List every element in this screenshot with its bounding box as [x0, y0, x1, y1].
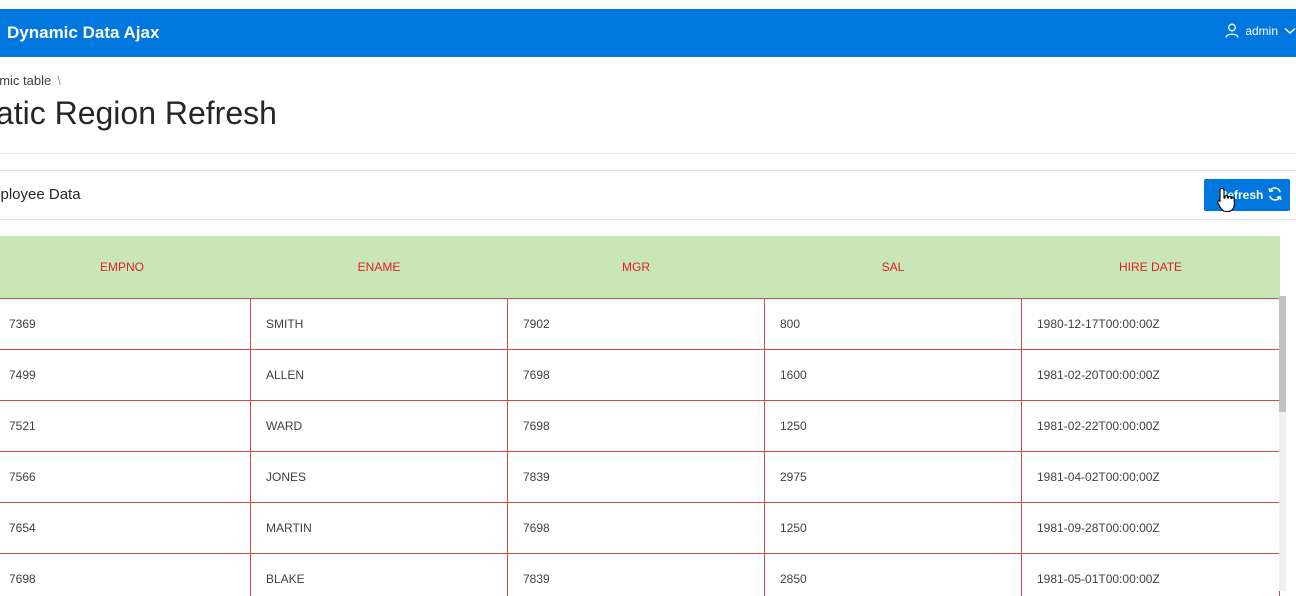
cell-hire-date: 1981-09-28T00:00:00Z — [1022, 503, 1280, 554]
chevron-down-icon — [1284, 27, 1296, 35]
page-title: tatic Region Refresh — [0, 95, 277, 132]
breadcrumb: amic table \ — [0, 73, 61, 88]
column-header-ename[interactable]: ENAME — [251, 236, 508, 299]
cell-ename: BLAKE — [251, 554, 508, 596]
cell-ename: JONES — [251, 452, 508, 503]
table-scrollbar-thumb[interactable] — [1279, 296, 1286, 412]
title-divider — [0, 153, 1296, 154]
table-row: 7698 BLAKE 7839 2850 1981-05-01T00:00:00… — [0, 554, 1280, 596]
table-row: 7566 JONES 7839 2975 1981-04-02T00:00:00… — [0, 452, 1280, 503]
employee-table: EMPNO ENAME MGR SAL HIRE DATE 7369 SMITH… — [0, 236, 1280, 596]
breadcrumb-item[interactable]: amic table — [0, 73, 51, 88]
column-header-sal[interactable]: SAL — [765, 236, 1022, 299]
table-row: 7654 MARTIN 7698 1250 1981-09-28T00:00:0… — [0, 503, 1280, 554]
cell-ename: ALLEN — [251, 350, 508, 401]
cell-hire-date: 1980-12-17T00:00:00Z — [1022, 299, 1280, 350]
employee-table-container: EMPNO ENAME MGR SAL HIRE DATE 7369 SMITH… — [0, 236, 1286, 596]
cell-sal: 1250 — [765, 401, 1022, 452]
cell-mgr: 7698 — [508, 503, 765, 554]
cell-hire-date: 1981-05-01T00:00:00Z — [1022, 554, 1280, 596]
region-header-divider — [0, 219, 1296, 220]
cell-empno: 7654 — [0, 503, 251, 554]
cell-mgr: 7839 — [508, 554, 765, 596]
cell-ename: MARTIN — [251, 503, 508, 554]
cell-empno: 7499 — [0, 350, 251, 401]
cell-mgr: 7698 — [508, 350, 765, 401]
cell-sal: 2850 — [765, 554, 1022, 596]
cell-sal: 2975 — [765, 452, 1022, 503]
hand-cursor-icon — [1216, 187, 1238, 213]
cell-sal: 800 — [765, 299, 1022, 350]
table-row: 7369 SMITH 7902 800 1980-12-17T00:00:00Z — [0, 299, 1280, 350]
cell-empno: 7566 — [0, 452, 251, 503]
cell-ename: WARD — [251, 401, 508, 452]
column-header-hire-date[interactable]: HIRE DATE — [1022, 236, 1280, 299]
region-top-border — [0, 170, 1296, 171]
user-icon — [1225, 23, 1239, 38]
column-header-empno[interactable]: EMPNO — [0, 236, 251, 299]
cell-empno: 7521 — [0, 401, 251, 452]
cell-mgr: 7839 — [508, 452, 765, 503]
table-row: 7499 ALLEN 7698 1600 1981-02-20T00:00:00… — [0, 350, 1280, 401]
cell-sal: 1250 — [765, 503, 1022, 554]
app-header: Dynamic Data Ajax admin — [0, 9, 1296, 57]
refresh-icon — [1267, 186, 1283, 205]
table-row: 7521 WARD 7698 1250 1981-02-22T00:00:00Z — [0, 401, 1280, 452]
cell-empno: 7698 — [0, 554, 251, 596]
user-name: admin — [1245, 24, 1278, 38]
cell-hire-date: 1981-02-20T00:00:00Z — [1022, 350, 1280, 401]
cell-hire-date: 1981-02-22T00:00:00Z — [1022, 401, 1280, 452]
cell-hire-date: 1981-04-02T00:00:00Z — [1022, 452, 1280, 503]
region-title: mployee Data — [0, 186, 81, 203]
table-header-row: EMPNO ENAME MGR SAL HIRE DATE — [0, 236, 1280, 299]
cell-empno: 7369 — [0, 299, 251, 350]
cell-sal: 1600 — [765, 350, 1022, 401]
window-top-strip — [0, 0, 1296, 9]
cell-mgr: 7902 — [508, 299, 765, 350]
user-menu[interactable]: admin — [1225, 23, 1296, 38]
breadcrumb-separator: \ — [57, 73, 61, 88]
cell-ename: SMITH — [251, 299, 508, 350]
cell-mgr: 7698 — [508, 401, 765, 452]
column-header-mgr[interactable]: MGR — [508, 236, 765, 299]
app-title[interactable]: Dynamic Data Ajax — [7, 23, 159, 43]
